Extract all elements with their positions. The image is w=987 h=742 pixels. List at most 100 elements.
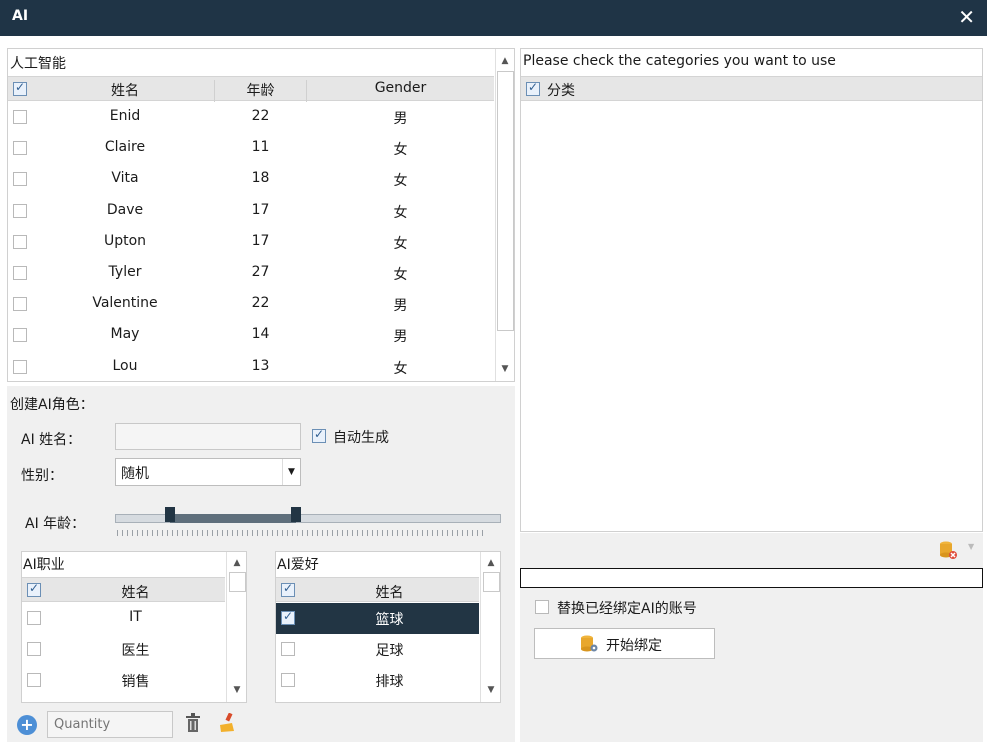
database-gear-icon xyxy=(580,635,598,653)
col-header-name[interactable]: 姓名 xyxy=(36,80,215,102)
scroll-down-icon[interactable]: ▼ xyxy=(229,682,245,698)
table-row[interactable]: Enid 22 男 xyxy=(8,102,494,133)
ai-name-label: AI 姓名： xyxy=(21,432,82,448)
item-label: 篮球 xyxy=(375,612,404,628)
dropdown-caret-icon[interactable]: ▼ xyxy=(968,542,974,551)
gender-label: 性别： xyxy=(21,468,63,484)
slider-tick xyxy=(202,530,203,536)
slider-tick xyxy=(352,530,353,536)
row-checkbox[interactable] xyxy=(13,141,27,156)
scroll-down-icon[interactable]: ▼ xyxy=(497,361,513,377)
scroll-thumb[interactable] xyxy=(229,572,246,592)
auto-generate-label[interactable]: 自动生成 xyxy=(333,427,389,447)
job-select-all-checkbox[interactable] xyxy=(27,581,41,597)
category-instruction: Please check the categories you want to … xyxy=(523,53,836,69)
scroll-down-icon[interactable]: ▼ xyxy=(483,682,499,698)
category-header: 分类 xyxy=(521,76,982,101)
start-bind-button[interactable]: 开始绑定 xyxy=(534,628,715,659)
table-row[interactable]: May 14 男 xyxy=(8,320,494,351)
slider-tick xyxy=(122,530,123,536)
row-checkbox[interactable] xyxy=(13,172,27,187)
hobby-select-all-checkbox[interactable] xyxy=(281,581,295,597)
slider-tick xyxy=(217,530,218,536)
job-list-header: 姓名 xyxy=(22,577,225,602)
slider-tick xyxy=(237,530,238,536)
table-row[interactable]: Dave 17 女 xyxy=(8,196,494,227)
slider-tick xyxy=(302,530,303,536)
quantity-input[interactable] xyxy=(47,711,173,738)
scroll-thumb[interactable] xyxy=(483,572,500,592)
row-checkbox[interactable] xyxy=(13,110,27,124)
slider-handle-min[interactable] xyxy=(165,507,175,522)
slider-tick xyxy=(152,530,153,536)
table-row[interactable]: Upton 17 女 xyxy=(8,227,494,258)
table-row[interactable]: Claire 11 女 xyxy=(8,133,494,164)
item-checkbox[interactable] xyxy=(27,611,41,625)
trash-icon[interactable] xyxy=(185,713,201,733)
row-name: Claire xyxy=(104,139,146,156)
job-list-title: AI职业 xyxy=(23,557,65,573)
scroll-thumb[interactable] xyxy=(497,71,514,331)
slider-tick xyxy=(347,530,348,536)
item-checkbox[interactable] xyxy=(27,673,41,687)
row-age: 17 xyxy=(251,201,270,218)
row-checkbox[interactable] xyxy=(13,234,27,249)
ai-grid-title: 人工智能 xyxy=(10,56,66,72)
add-icon[interactable]: + xyxy=(17,715,37,735)
db-clear-icon[interactable] xyxy=(938,540,958,560)
ai-name-input[interactable] xyxy=(115,423,301,450)
item-checkbox[interactable] xyxy=(27,642,41,656)
category-col-header[interactable]: 分类 xyxy=(547,80,575,100)
item-checkbox[interactable] xyxy=(281,642,295,656)
job-col-header[interactable]: 姓名 xyxy=(46,582,225,602)
row-age: 22 xyxy=(251,108,270,124)
row-age: 11 xyxy=(251,139,270,156)
replace-bound-label[interactable]: 替换已经绑定AI的账号 xyxy=(557,598,697,618)
table-row[interactable]: Lou 13 女 xyxy=(8,352,494,383)
hobby-list-scrollbar[interactable]: ▲ ▼ xyxy=(480,552,500,702)
row-name: Enid xyxy=(109,108,141,124)
table-row[interactable]: Vita 18 女 xyxy=(8,164,494,195)
slider-tick xyxy=(292,530,293,536)
auto-generate-checkbox[interactable] xyxy=(312,427,326,443)
list-item[interactable]: 篮球 xyxy=(276,603,479,634)
slider-tick xyxy=(322,530,323,536)
table-row[interactable]: Valentine 22 男 xyxy=(8,289,494,320)
age-range-slider[interactable] xyxy=(115,507,501,524)
job-list-scrollbar[interactable]: ▲ ▼ xyxy=(226,552,246,702)
close-icon[interactable]: ✕ xyxy=(958,5,975,29)
slider-handle-max[interactable] xyxy=(291,507,301,522)
row-age: 27 xyxy=(251,264,270,280)
list-item[interactable]: 足球 xyxy=(276,634,479,665)
scroll-up-icon[interactable]: ▲ xyxy=(497,53,513,69)
row-checkbox[interactable] xyxy=(13,203,27,218)
row-checkbox[interactable] xyxy=(13,328,27,343)
row-checkbox[interactable] xyxy=(13,297,27,312)
list-item[interactable]: 排球 xyxy=(276,665,479,696)
scroll-up-icon[interactable]: ▲ xyxy=(229,555,245,571)
gender-select[interactable]: 随机 ▼ xyxy=(115,458,301,486)
scroll-up-icon[interactable]: ▲ xyxy=(483,555,499,571)
select-all-checkbox[interactable] xyxy=(13,80,27,96)
hobby-col-header[interactable]: 姓名 xyxy=(300,582,479,602)
clear-brush-icon[interactable] xyxy=(218,712,236,733)
col-header-gender[interactable]: Gender xyxy=(307,80,494,96)
replace-bound-checkbox[interactable] xyxy=(535,600,549,614)
row-name: Valentine xyxy=(92,295,158,312)
table-row[interactable]: Tyler 27 女 xyxy=(8,258,494,289)
row-checkbox[interactable] xyxy=(13,359,27,374)
slider-tick xyxy=(447,530,448,536)
list-item[interactable]: 销售 xyxy=(22,665,225,696)
ai-grid-scrollbar[interactable]: ▲ ▼ xyxy=(495,49,514,381)
list-item[interactable]: IT xyxy=(22,603,225,634)
category-select-all-checkbox[interactable] xyxy=(526,80,540,96)
row-gender: 女 xyxy=(393,360,408,377)
item-checkbox[interactable] xyxy=(281,673,295,687)
item-checkbox[interactable] xyxy=(281,609,295,625)
dropdown-arrow-icon[interactable]: ▼ xyxy=(282,459,300,485)
list-item[interactable]: 医生 xyxy=(22,634,225,665)
row-checkbox[interactable] xyxy=(13,266,27,280)
create-section-title: 创建AI角色： xyxy=(10,397,94,413)
slider-tick xyxy=(157,530,158,536)
col-header-age[interactable]: 年龄 xyxy=(215,80,307,102)
